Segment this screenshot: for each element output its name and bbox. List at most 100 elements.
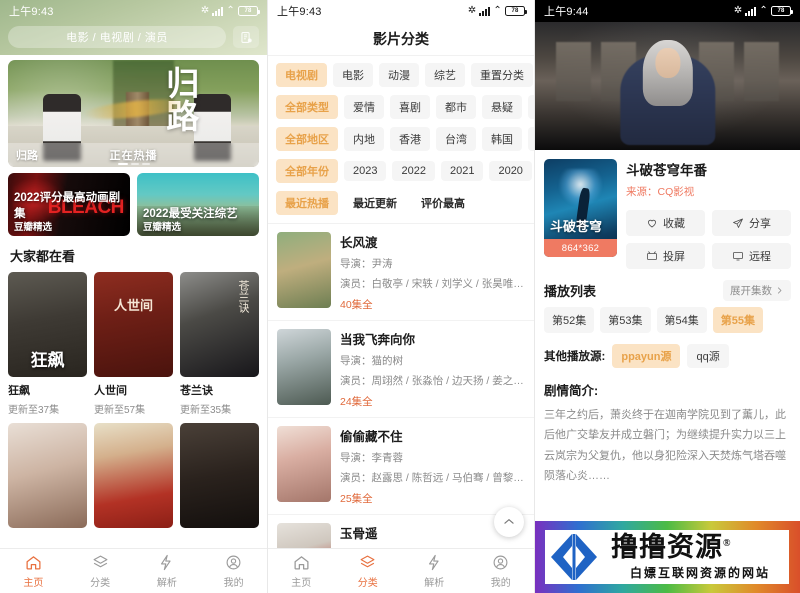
status-bar: 上午9:43 ✲ ⌃ 78 <box>0 0 267 22</box>
status-indicators: ✲ ⌃ 78 <box>734 6 793 16</box>
promo-card[interactable]: 2022最受关注综艺 豆瓣精选 <box>137 173 259 236</box>
chevron-right-icon <box>777 287 782 294</box>
signal-icon <box>212 6 224 16</box>
list-item[interactable]: 狂飙 更新至37集 <box>8 272 87 416</box>
home-header: 上午9:43 ✲ ⌃ 78 电影 / 电视剧 / 演员 <box>0 0 267 55</box>
home-screen: 上午9:43 ✲ ⌃ 78 电影 / 电视剧 / 演员 归路 正在热播 BLEA… <box>0 0 267 593</box>
banner-dots[interactable] <box>117 163 150 165</box>
filter-chip[interactable]: 2021 <box>440 161 484 181</box>
filter-chip-selected[interactable]: 全部地区 <box>276 127 338 151</box>
list-item[interactable]: 偷偷藏不住 导演：李青蓉 演员：赵露思 / 陈哲远 / 马伯骞 / 曾黎 / 邱… <box>268 418 534 515</box>
battery-icon: 78 <box>771 6 793 16</box>
filter-chip[interactable]: 都市 <box>436 95 476 119</box>
cast-button[interactable]: 投屏 <box>626 243 705 269</box>
detail-poster[interactable]: 斗破苍穹 864*362 <box>544 159 617 257</box>
episode-button[interactable]: 第53集 <box>600 307 651 333</box>
detail-title: 斗破苍穹年番 <box>626 163 707 178</box>
filter-chip[interactable]: 内地 <box>344 127 384 151</box>
remote-button[interactable]: 远程 <box>712 243 791 269</box>
search-input[interactable]: 电影 / 电视剧 / 演员 <box>8 26 226 48</box>
filter-chip[interactable]: 最近更新 <box>344 191 406 215</box>
tab-label: 分类 <box>90 577 111 589</box>
detail-screen: 上午9:44 ✲ ⌃ 78 斗破苍穹 864*362 斗破苍穹年番 来源：CQ影… <box>534 0 800 593</box>
movie-title: 偷偷藏不住 <box>340 430 403 444</box>
watermark-logo: 撸撸资源® 白嫖互联网资源的网站 <box>535 521 800 593</box>
filter-chip[interactable]: 韩国 <box>482 127 522 151</box>
episode-button[interactable]: 第52集 <box>544 307 595 333</box>
tab-label: 我的 <box>490 577 511 589</box>
filter-chip[interactable]: 香港 <box>390 127 430 151</box>
movie-actors: 演员：赵露思 / 陈哲远 / 马伯骞 / 曾黎 / 邱心志 <box>340 472 525 484</box>
movie-actors: 演员：周翊然 / 张淼怡 / 边天扬 / 姜之南 / 郭… <box>340 375 525 387</box>
user-icon <box>200 554 267 572</box>
list-item[interactable] <box>94 423 173 528</box>
filter-chip-selected[interactable]: 最近热播 <box>276 191 338 215</box>
status-indicators: ✲ ⌃ 78 <box>468 6 527 16</box>
status-bar: 上午9:44 ✲ ⌃ 78 <box>535 0 800 22</box>
expand-episodes-button[interactable]: 展开集数 <box>723 280 791 301</box>
detail-header: 斗破苍穹 864*362 斗破苍穹年番 来源：CQ影视 收藏 分享 投屏 远程 <box>535 150 800 269</box>
filter-chip[interactable]: 台湾 <box>436 127 476 151</box>
list-item[interactable]: 长风渡 导演：尹涛 演员：白敬亭 / 宋轶 / 刘学义 / 张昊唯 / 张睿 /… <box>268 224 534 321</box>
movie-director: 导演：李青蓉 <box>340 452 403 464</box>
episode-button[interactable]: 第54集 <box>656 307 707 333</box>
source-button-active[interactable]: ppayun源 <box>612 344 681 368</box>
button-label: 投屏 <box>663 251 685 263</box>
source-label: 其他播放源: <box>544 351 606 363</box>
card-title: 人世间 <box>94 385 127 397</box>
filter-row-genre: 全部类型 爱情 喜剧 都市 悬疑 古装 <box>268 91 534 123</box>
episode-button-active[interactable]: 第55集 <box>712 307 763 333</box>
tab-parse[interactable]: 解析 <box>134 554 201 589</box>
filter-chip[interactable]: 爱情 <box>344 95 384 119</box>
action-buttons: 收藏 分享 投屏 远程 <box>626 210 791 269</box>
tab-home[interactable]: 主页 <box>268 554 335 589</box>
filter-chip[interactable]: 动漫 <box>379 63 419 87</box>
category-screen: 上午9:43 ✲ ⌃ 78 影片分类 电视剧 电影 动漫 综艺 重置分类 全部类… <box>267 0 534 593</box>
synopsis: 剧情简介: 三年之约后，萧炎终于在迦南学院见到了薰儿，此后他广交挚友并成立磐门；… <box>535 368 800 486</box>
battery-level: 78 <box>244 8 252 14</box>
tab-category[interactable]: 分类 <box>335 554 402 589</box>
hero-banner[interactable]: 归路 归路 正在热播 <box>8 60 259 167</box>
user-icon <box>468 554 535 572</box>
poster <box>277 232 331 308</box>
filter-chip[interactable]: 喜剧 <box>390 95 430 119</box>
share-button[interactable]: 分享 <box>712 210 791 236</box>
tab-category[interactable]: 分类 <box>67 554 134 589</box>
playlist-header: 播放列表 展开集数 <box>535 269 800 307</box>
source-button[interactable]: qq源 <box>687 344 729 368</box>
filter-chip[interactable]: 2020 <box>489 161 532 181</box>
card-subtitle: 更新至37集 <box>8 405 60 416</box>
list-item[interactable] <box>8 423 87 528</box>
list-item[interactable]: 当我飞奔向你 导演：猫的树 演员：周翊然 / 张淼怡 / 边天扬 / 姜之南 /… <box>268 321 534 418</box>
filter-chip[interactable]: 2023 <box>344 161 387 181</box>
card-subtitle: 更新至57集 <box>94 405 146 416</box>
list-item[interactable] <box>180 423 259 528</box>
promo-card[interactable]: BLEACH 2022评分最高动画剧集 豆瓣精选 <box>8 173 130 236</box>
list-item[interactable]: 苍兰诀 更新至35集 <box>180 272 259 416</box>
movie-title: 当我飞奔向你 <box>340 333 416 347</box>
tab-mine[interactable]: 我的 <box>468 554 535 589</box>
filter-chip[interactable]: 悬疑 <box>482 95 522 119</box>
filter-chip-reset[interactable]: 重置分类 <box>471 63 533 87</box>
brand-mark-icon <box>545 531 603 583</box>
detail-source: 来源：CQ影视 <box>626 186 695 198</box>
filter-chip[interactable]: 评价最高 <box>412 191 474 215</box>
filter-chip[interactable]: 电影 <box>333 63 373 87</box>
favorite-button[interactable]: 收藏 <box>626 210 705 236</box>
filter-chip-selected[interactable]: 电视剧 <box>276 63 327 87</box>
layers-icon <box>335 554 402 572</box>
history-icon[interactable] <box>233 26 259 48</box>
video-player[interactable]: 上午9:44 ✲ ⌃ 78 <box>535 0 800 150</box>
filter-chip-selected[interactable]: 全部年份 <box>276 159 338 183</box>
chevron-up-icon[interactable] <box>494 507 524 537</box>
filter-chip[interactable]: 2022 <box>392 161 435 181</box>
filter-chip[interactable]: 综艺 <box>425 63 465 87</box>
list-item[interactable]: 人世间 更新至57集 <box>94 272 173 416</box>
movie-director: 导演：尹涛 <box>340 258 393 270</box>
movie-list: 长风渡 导演：尹涛 演员：白敬亭 / 宋轶 / 刘学义 / 张昊唯 / 张睿 /… <box>268 223 534 593</box>
tab-parse[interactable]: 解析 <box>401 554 468 589</box>
card-subtitle: 更新至35集 <box>180 405 232 416</box>
tab-mine[interactable]: 我的 <box>200 554 267 589</box>
filter-chip-selected[interactable]: 全部类型 <box>276 95 338 119</box>
tab-home[interactable]: 主页 <box>0 554 67 589</box>
